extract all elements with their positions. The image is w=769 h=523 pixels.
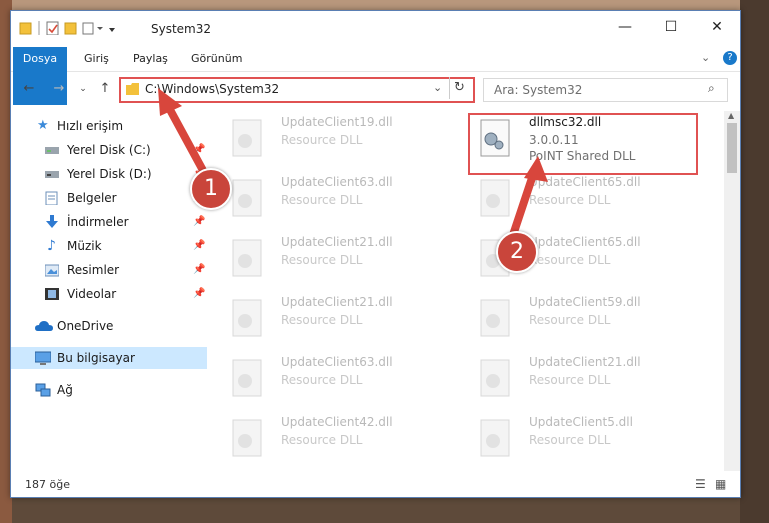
annotation-arrows [158,88,548,242]
step-badge-2: 2 [496,231,538,273]
arrow-to-address-bar [158,88,210,180]
step-badge-1: 1 [190,168,232,210]
arrow-to-dll-file [508,156,548,242]
